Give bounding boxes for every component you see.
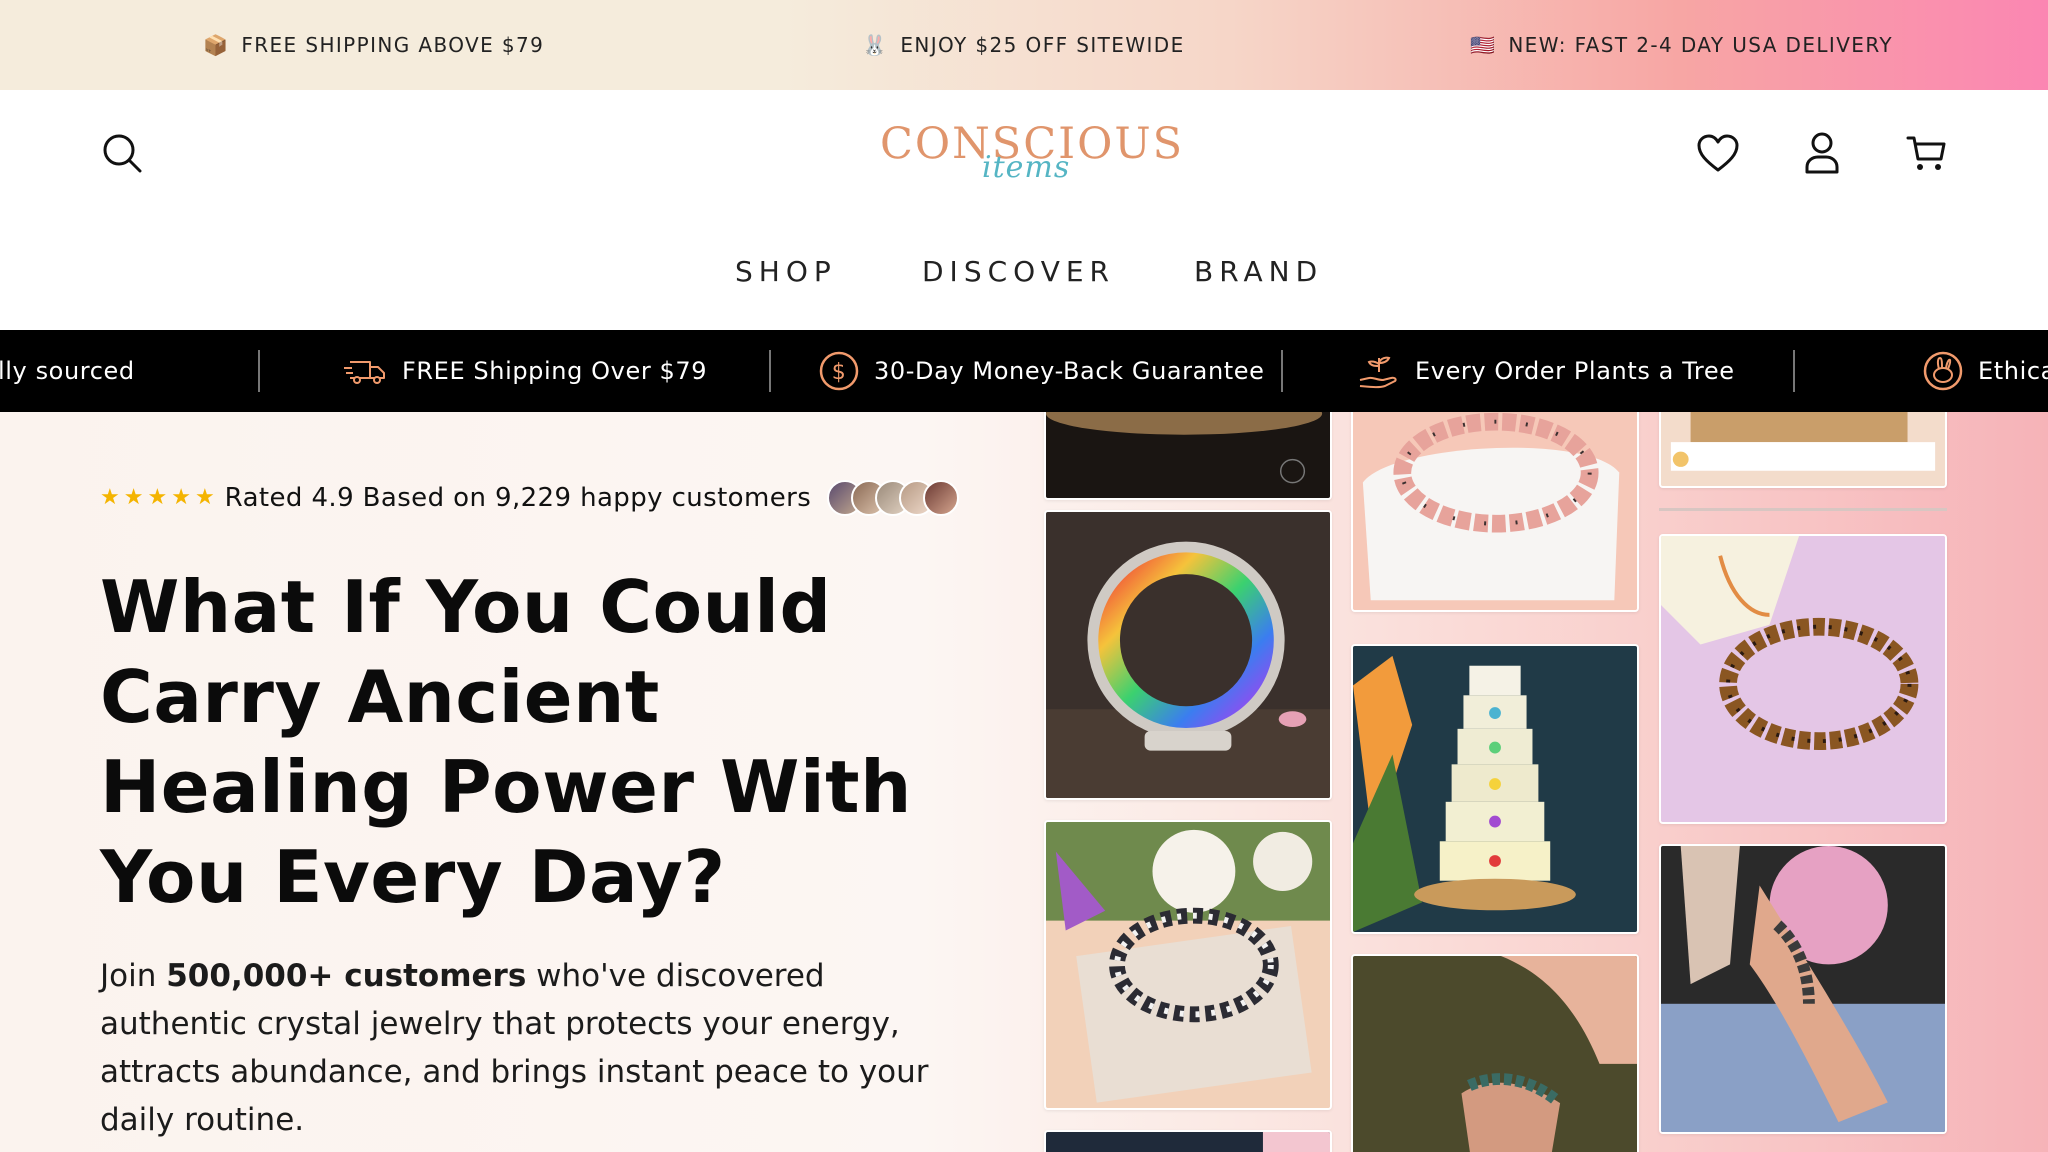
trust-item-sourced: lly sourced: [0, 330, 135, 412]
star-icon: ★: [147, 485, 168, 510]
trust-item-ethical: Ethica: [1922, 330, 2048, 412]
star-icon: ★: [123, 485, 144, 510]
package-icon: 📦: [203, 33, 230, 57]
nav-discover[interactable]: DISCOVER: [922, 242, 1115, 302]
announcement-bar: 📦 FREE SHIPPING ABOVE $79 🐰 ENJOY $25 OF…: [0, 0, 2048, 90]
star-icon: ★: [171, 485, 191, 510]
money-back-icon: $: [819, 351, 859, 391]
trust-text: 30-Day Money-Back Guarantee: [874, 357, 1265, 385]
announcement-shipping[interactable]: 📦 FREE SHIPPING ABOVE $79: [203, 0, 544, 90]
trust-text: FREE Shipping Over $79: [402, 357, 708, 385]
hero-section: ★ ★ ★ ★ ★ Rated 4.9 Based on 9,229 happy…: [0, 412, 2048, 1152]
avatar: [923, 480, 960, 516]
svg-text:$: $: [832, 360, 847, 385]
divider: [769, 350, 771, 392]
product-image-selenite-tower[interactable]: [1351, 644, 1639, 934]
trust-bar: lly sourced FREE Shipping Over $79 $ 30-…: [0, 330, 2048, 412]
cart-icon: [1906, 136, 1946, 170]
bunny-badge-icon: [1923, 351, 1963, 391]
nav-shop[interactable]: SHOP: [735, 242, 837, 302]
product-image-bracelet-flowers[interactable]: [1044, 820, 1332, 1110]
trust-text: lly sourced: [0, 357, 135, 385]
announcement-text: FREE SHIPPING ABOVE $79: [241, 33, 545, 57]
site-header: CONSCIOUS items SHOP DISCOVER BRAND: [0, 90, 2048, 330]
hero-subtext: Join 500,000+ customers who've discovere…: [100, 952, 950, 1144]
truck-icon: [344, 361, 385, 384]
product-image-rainbow-lamp[interactable]: [1044, 510, 1332, 800]
announcement-delivery[interactable]: 🇺🇸 NEW: FAST 2-4 DAY USA DELIVERY: [1470, 0, 1893, 90]
announcement-discount[interactable]: 🐰 ENJOY $25 OFF SITEWIDE: [862, 0, 1185, 90]
plant-hand-icon: [1359, 356, 1397, 389]
star-icon: ★: [194, 485, 215, 510]
divider: [258, 350, 260, 392]
heart-icon: [1697, 134, 1739, 172]
star-icon: ★: [100, 485, 120, 510]
divider: [1793, 350, 1795, 392]
rating-text: Rated 4.9 Based on 9,229 happy customers: [224, 483, 812, 513]
product-image-crystal-dish[interactable]: [1044, 412, 1332, 500]
subtext-prefix: Join: [100, 958, 167, 994]
hero-headline: What If You Could Carry Ancient Healing …: [100, 565, 912, 919]
account-button[interactable]: [1796, 127, 1848, 179]
cart-button[interactable]: [1900, 127, 1952, 179]
trust-text: Every Order Plants a Tree: [1415, 357, 1735, 385]
announcement-text: NEW: FAST 2-4 DAY USA DELIVERY: [1508, 33, 1893, 57]
divider: [1659, 508, 1947, 511]
search-icon: [103, 134, 142, 173]
star-rating: ★ ★ ★ ★ ★: [100, 487, 215, 509]
user-icon: [1805, 132, 1839, 174]
product-image-teaser[interactable]: [1044, 1130, 1332, 1152]
us-flag-icon: 🇺🇸: [1470, 33, 1497, 57]
bunny-icon: 🐰: [862, 33, 889, 57]
nav-brand[interactable]: BRAND: [1194, 242, 1323, 302]
product-image-wrist-bracelet[interactable]: [1351, 954, 1639, 1152]
announcement-text: ENJOY $25 OFF SITEWIDE: [900, 33, 1185, 57]
logo-script: items: [982, 150, 1071, 185]
wishlist-button[interactable]: [1692, 127, 1744, 179]
rating-row: ★ ★ ★ ★ ★ Rated 4.9 Based on 9,229 happy…: [100, 478, 960, 518]
trust-item-shipping: FREE Shipping Over $79: [344, 330, 707, 412]
product-image-bracelet-hand[interactable]: [1659, 844, 1947, 1134]
trust-item-guarantee: $ 30-Day Money-Back Guarantee: [818, 330, 1265, 412]
trust-text: Ethica: [1978, 357, 2048, 385]
product-image-lamp-base[interactable]: [1659, 412, 1947, 488]
product-image-tigers-eye-bracelet[interactable]: [1659, 534, 1947, 824]
search-button[interactable]: [96, 127, 148, 179]
product-image-pink-bracelet[interactable]: [1351, 412, 1639, 612]
trust-item-tree: Every Order Plants a Tree: [1357, 330, 1735, 412]
customer-avatars: [827, 480, 960, 516]
divider: [1281, 350, 1283, 392]
subtext-highlight: 500,000+ customers: [166, 958, 527, 994]
site-logo[interactable]: CONSCIOUS items: [880, 118, 1182, 198]
main-nav: SHOP DISCOVER BRAND: [0, 242, 2048, 302]
